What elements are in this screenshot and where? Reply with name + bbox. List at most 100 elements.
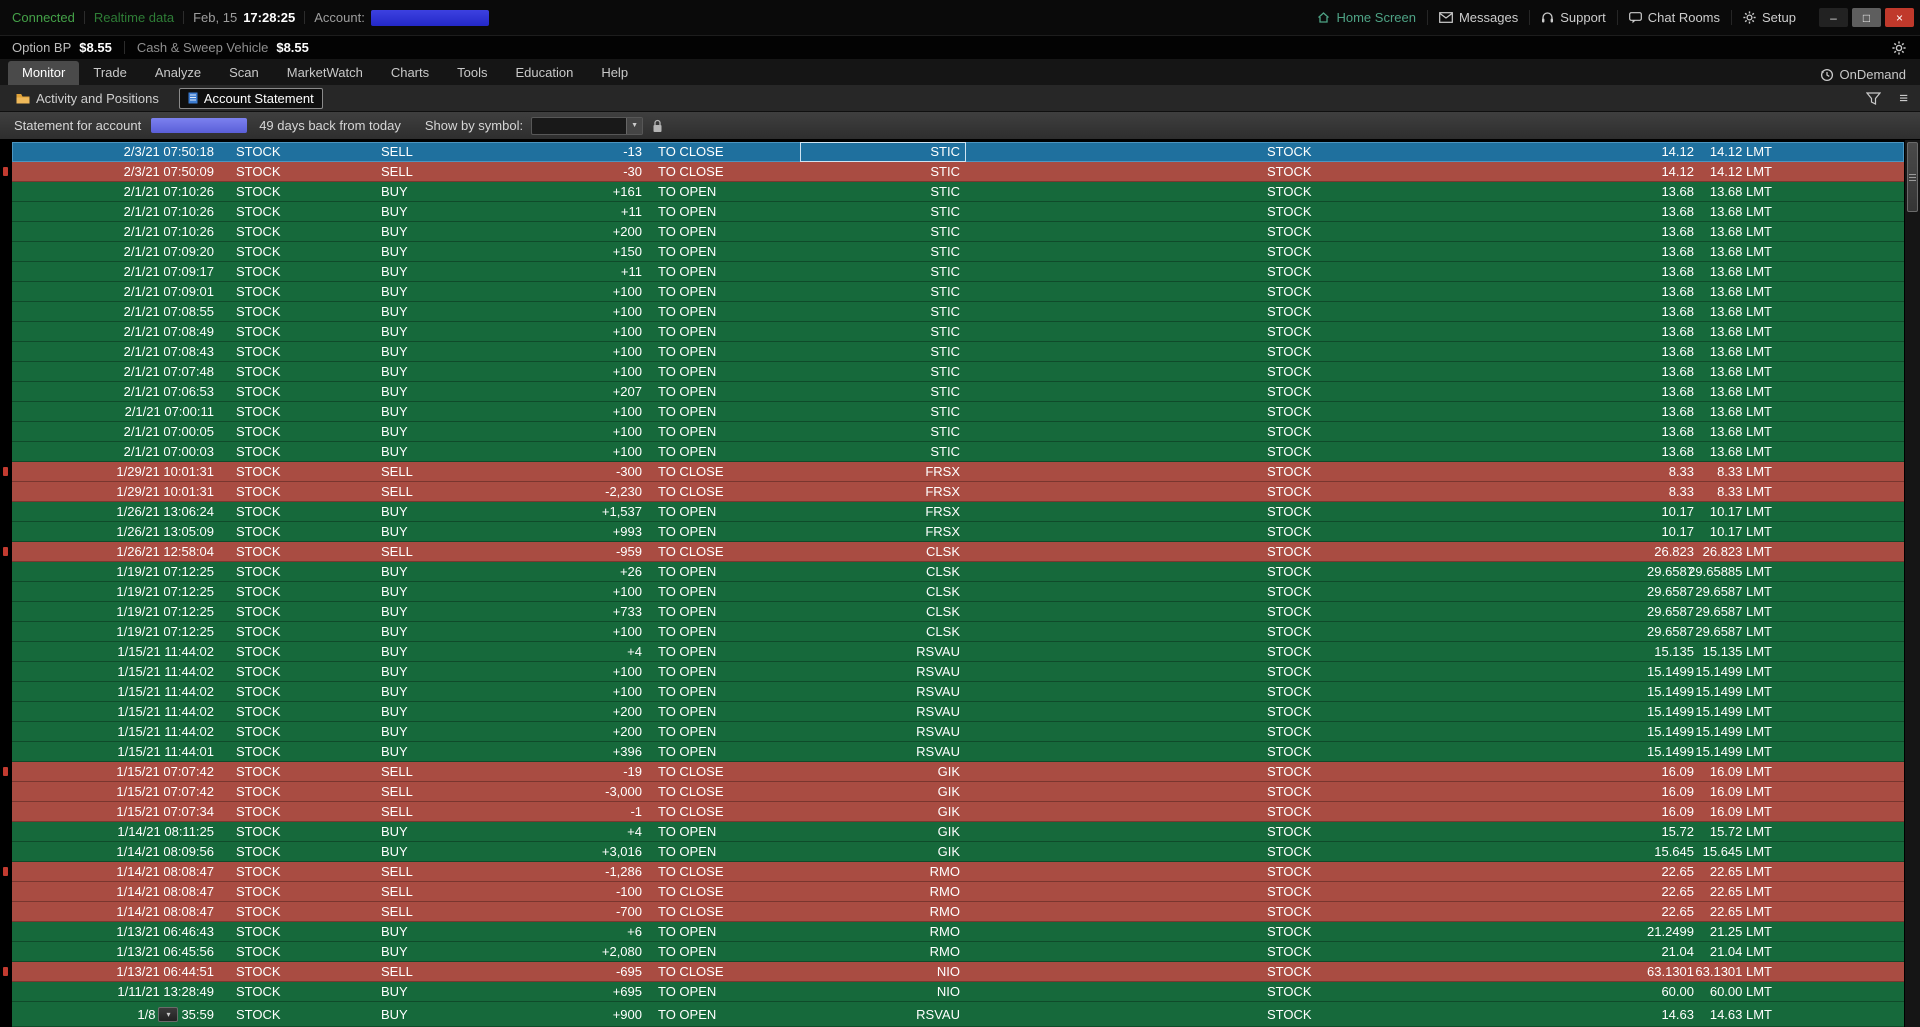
table-row[interactable]: 1/19/21 07:12:25 STOCK BUY +733 TO OPEN CLSK S…: [12, 602, 1904, 622]
table-row[interactable]: 1/29/21 10:01:31 STOCK SELL -300 TO CLOSE FRS…: [12, 462, 1904, 482]
tab-scan[interactable]: Scan: [215, 61, 273, 85]
type-cell: STOCK: [1267, 744, 1312, 759]
table-row[interactable]: 1/13/21 06:45:56 STOCK BUY +2,080 TO OPEN RMO…: [12, 942, 1904, 962]
price-cell: 22.65: [1661, 864, 1694, 879]
messages-button[interactable]: Messages: [1426, 10, 1529, 25]
table-row[interactable]: 1/15/21 11:44:02 STOCK BUY +100 TO OPEN RSVAU…: [12, 662, 1904, 682]
price-cell: 29.6587: [1647, 624, 1694, 639]
table-row[interactable]: 1/15/21 07:07:42 STOCK SELL -3,000 TO CLOSE G…: [12, 782, 1904, 802]
symbol-cell: STIC: [930, 164, 960, 179]
table-row[interactable]: 1/15/21 07:07:34 STOCK SELL -1 TO CLOSE GIK ST…: [12, 802, 1904, 822]
table-row[interactable]: 1/14/21 08:08:47 STOCK SELL -100 TO CLOSE RMO…: [12, 882, 1904, 902]
vertical-scrollbar[interactable]: [1904, 140, 1920, 1027]
table-row[interactable]: 1/14/21 08:08:47 STOCK SELL -1,286 TO CLOSE R…: [12, 862, 1904, 882]
pos-effect-cell: TO OPEN: [658, 404, 717, 419]
table-row[interactable]: 1/19/21 07:12:25 STOCK BUY +26 TO OPEN CLSK ST…: [12, 562, 1904, 582]
spread-cell: STOCK: [236, 764, 281, 779]
table-row[interactable]: 1/14/21 08:09:56 STOCK BUY +3,016 TO OPEN GIK…: [12, 842, 1904, 862]
tab-charts[interactable]: Charts: [377, 61, 443, 85]
spacer-cell: [966, 402, 1256, 422]
spacer-cell: [966, 662, 1256, 682]
table-row[interactable]: 2/1/21 07:00:11 STOCK BUY +100 TO OPEN STIC ST…: [12, 402, 1904, 422]
table-row[interactable]: 2/3/21 07:50:18 STOCK SELL -13 TO CLOSE STIC S…: [12, 142, 1904, 162]
exec-time-cell: 1/13/21 06:46:43: [116, 924, 214, 939]
price-cell: 15.1499: [1647, 704, 1694, 719]
support-button[interactable]: Support: [1529, 10, 1617, 25]
panel-settings-button[interactable]: [1888, 39, 1910, 57]
table-row[interactable]: 1/19/21 07:12:25 STOCK BUY +100 TO OPEN CLSK S…: [12, 582, 1904, 602]
tab-tools[interactable]: Tools: [443, 61, 501, 85]
pos-effect-cell: TO OPEN: [658, 244, 717, 259]
table-row[interactable]: 1/15/21 11:44:02 STOCK BUY +200 TO OPEN RSVAU…: [12, 722, 1904, 742]
list-view-button[interactable]: ≡: [1895, 89, 1912, 108]
table-row[interactable]: 2/1/21 07:09:20 STOCK BUY +150 TO OPEN STIC ST…: [12, 242, 1904, 262]
symbol-lock-button[interactable]: [652, 119, 663, 133]
table-row[interactable]: 1/15/21 11:44:02 STOCK BUY +200 TO OPEN RSVAU…: [12, 702, 1904, 722]
chat-rooms-button[interactable]: Chat Rooms: [1616, 10, 1731, 25]
table-row[interactable]: 1/29/21 10:01:31 STOCK SELL -2,230 TO CLOSE F…: [12, 482, 1904, 502]
jump-to-date-button[interactable]: ▾: [158, 1007, 179, 1022]
table-row[interactable]: 1/13/21 06:46:43 STOCK BUY +6 TO OPEN RMO STOC…: [12, 922, 1904, 942]
tab-marketwatch[interactable]: MarketWatch: [273, 61, 377, 85]
account-selector-redacted[interactable]: [370, 9, 489, 26]
table-row[interactable]: 2/1/21 07:10:26 STOCK BUY +161 TO OPEN STIC ST…: [12, 182, 1904, 202]
table-row[interactable]: 2/1/21 07:07:48 STOCK BUY +100 TO OPEN STIC ST…: [12, 362, 1904, 382]
spacer-cell: [966, 962, 1256, 982]
symbol-cell: CLSK: [926, 624, 960, 639]
scrollbar-thumb[interactable]: [1907, 142, 1918, 212]
table-row[interactable]: 2/1/21 07:00:05 STOCK BUY +100 TO OPEN STIC ST…: [12, 422, 1904, 442]
subtab-account-statement[interactable]: Account Statement: [178, 87, 323, 109]
minimize-button[interactable]: –: [1819, 8, 1848, 27]
spacer-cell: [966, 882, 1256, 902]
symbol-filter-dropdown[interactable]: ▼: [531, 116, 644, 135]
table-row[interactable]: 1/19/21 07:12:25 STOCK BUY +100 TO OPEN CLSK S…: [12, 622, 1904, 642]
table-row[interactable]: 2/1/21 07:00:03 STOCK BUY +100 TO OPEN STIC ST…: [12, 442, 1904, 462]
statement-account-redacted[interactable]: [151, 118, 248, 133]
home-screen-button[interactable]: Home Screen: [1306, 10, 1426, 25]
fill-cell: [1780, 442, 1904, 462]
tab-help[interactable]: Help: [587, 61, 642, 85]
table-row[interactable]: 2/1/21 07:06:53 STOCK BUY +207 TO OPEN STIC ST…: [12, 382, 1904, 402]
table-row[interactable]: 1/8 ▾ 35:59 STOCK BUY +900 TO OPEN RSVAU STOCK 14…: [12, 1002, 1904, 1027]
table-row[interactable]: 2/1/21 07:08:43 STOCK BUY +100 TO OPEN STIC ST…: [12, 342, 1904, 362]
tab-education[interactable]: Education: [501, 61, 587, 85]
table-row[interactable]: 1/14/21 08:08:47 STOCK SELL -700 TO CLOSE RMO…: [12, 902, 1904, 922]
table-row[interactable]: 2/1/21 07:10:26 STOCK BUY +200 TO OPEN STIC ST…: [12, 222, 1904, 242]
sell-group-marker: [3, 867, 8, 876]
table-row[interactable]: 2/1/21 07:08:55 STOCK BUY +100 TO OPEN STIC ST…: [12, 302, 1904, 322]
tab-trade[interactable]: Trade: [79, 61, 140, 85]
table-row[interactable]: 1/26/21 13:06:24 STOCK BUY +1,537 TO OPEN FRS…: [12, 502, 1904, 522]
table-row[interactable]: 1/14/21 08:11:25 STOCK BUY +4 TO OPEN GIK STOC…: [12, 822, 1904, 842]
table-row[interactable]: 1/11/21 13:28:49 STOCK BUY +695 TO OPEN NIO ST…: [12, 982, 1904, 1002]
table-row[interactable]: 2/1/21 07:09:01 STOCK BUY +100 TO OPEN STIC ST…: [12, 282, 1904, 302]
exec-time-cell: 1/15/21 07:07:42: [116, 784, 214, 799]
table-row[interactable]: 1/26/21 13:05:09 STOCK BUY +993 TO OPEN FRSX S…: [12, 522, 1904, 542]
table-row[interactable]: 2/1/21 07:09:17 STOCK BUY +11 TO OPEN STIC STO…: [12, 262, 1904, 282]
table-row[interactable]: 1/26/21 12:58:04 STOCK SELL -959 TO CLOSE CLS…: [12, 542, 1904, 562]
type-cell: STOCK: [1267, 284, 1312, 299]
spread-cell: STOCK: [236, 864, 281, 879]
net-price-cell: 60.00 LMT: [1709, 984, 1772, 999]
table-row[interactable]: 1/15/21 11:44:01 STOCK BUY +396 TO OPEN RSVAU…: [12, 742, 1904, 762]
table-row[interactable]: 1/15/21 11:44:02 STOCK BUY +100 TO OPEN RSVAU…: [12, 682, 1904, 702]
filter-button[interactable]: [1862, 90, 1885, 107]
setup-button[interactable]: Setup: [1731, 10, 1807, 25]
table-row[interactable]: 2/1/21 07:10:26 STOCK BUY +11 TO OPEN STIC STO…: [12, 202, 1904, 222]
table-row[interactable]: 1/15/21 11:44:02 STOCK BUY +4 TO OPEN RSVAU ST…: [12, 642, 1904, 662]
exec-time-cell: 2/1/21 07:07:48: [123, 364, 214, 379]
net-price-cell: 15.1499 LMT: [1695, 744, 1772, 759]
close-button[interactable]: ×: [1885, 8, 1914, 27]
table-row[interactable]: 1/15/21 07:07:42 STOCK SELL -19 TO CLOSE GIK S…: [12, 762, 1904, 782]
maximize-button[interactable]: □: [1852, 8, 1881, 27]
tab-monitor[interactable]: Monitor: [8, 61, 80, 85]
date-label: Feb, 15: [193, 10, 238, 25]
type-cell: STOCK: [1267, 144, 1312, 159]
table-row[interactable]: 2/3/21 07:50:09 STOCK SELL -30 TO CLOSE STIC S…: [12, 162, 1904, 182]
home-screen-label: Home Screen: [1336, 10, 1416, 25]
subtab-activity-and-positions[interactable]: Activity and Positions: [10, 89, 165, 108]
exec-time-cell: 2/1/21 07:10:26: [123, 204, 214, 219]
ondemand-button[interactable]: OnDemand: [1820, 67, 1916, 85]
table-row[interactable]: 1/13/21 06:44:51 STOCK SELL -695 TO CLOSE NIO…: [12, 962, 1904, 982]
table-row[interactable]: 2/1/21 07:08:49 STOCK BUY +100 TO OPEN STIC ST…: [12, 322, 1904, 342]
tab-analyze[interactable]: Analyze: [141, 61, 215, 85]
